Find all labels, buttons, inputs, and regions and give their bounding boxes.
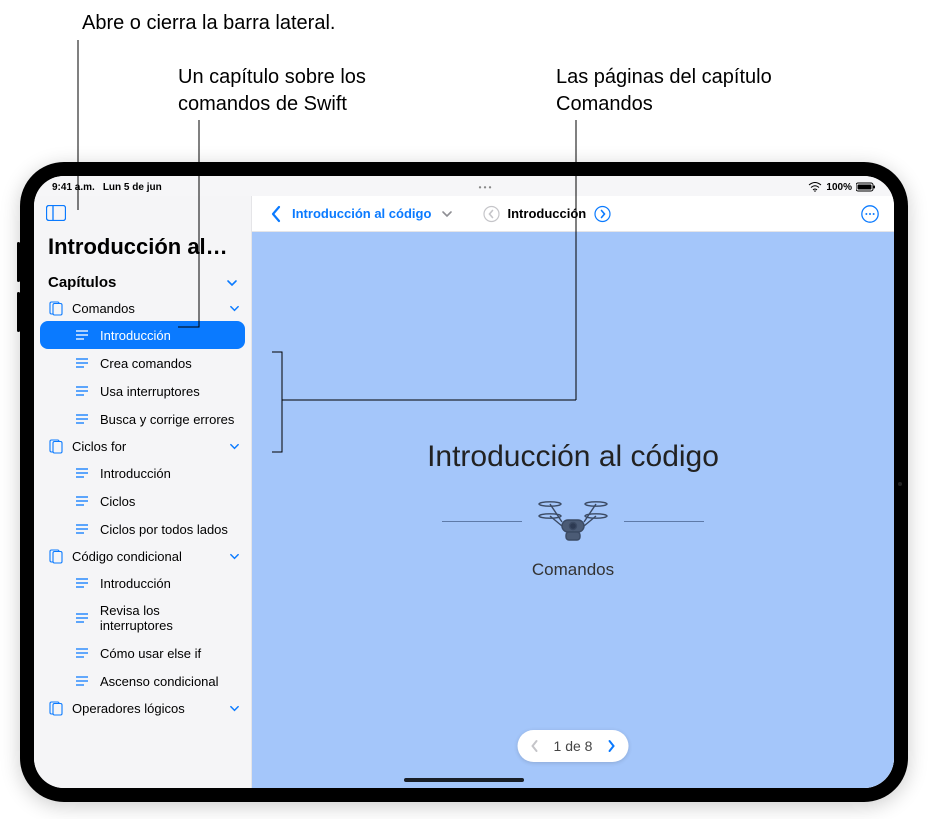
content-panel: Introducción al código Introducción: [252, 196, 894, 788]
canvas-title: Introducción al código: [427, 440, 719, 474]
page-lines-icon: [74, 493, 90, 509]
chapter-label: Ciclos for: [72, 439, 219, 454]
callout-pages-comandos: Las páginas del capítulo Comandos: [556, 64, 816, 118]
ipad-frame: 9:41 a.m. Lun 5 de jun • • • 100%: [20, 162, 908, 802]
sidebar-toggle-button[interactable]: [44, 202, 68, 224]
book-icon: [48, 300, 64, 316]
home-indicator[interactable]: [404, 778, 524, 782]
page-lines-icon: [74, 465, 90, 481]
chevron-down-icon: [227, 549, 241, 563]
sidebar: Introducción al… Capítulos Comandos: [34, 196, 252, 788]
page-label: Introducción: [100, 328, 171, 343]
lesson-canvas: Introducción al código: [252, 232, 894, 788]
page-label: Revisa los interruptores: [100, 603, 235, 633]
page-stepper: 1 de 8: [518, 730, 629, 762]
page-label: Cómo usar else if: [100, 646, 201, 661]
page-row[interactable]: Ascenso condicional: [40, 667, 245, 695]
page-row[interactable]: Ciclos por todos lados: [40, 515, 245, 543]
sidebar-section-label: Capítulos: [48, 274, 116, 291]
page-lines-icon: [74, 411, 90, 427]
page-lines-icon: [74, 610, 90, 626]
toolbar-page-title[interactable]: Introducción: [507, 206, 586, 221]
page-label: Ciclos por todos lados: [100, 522, 228, 537]
more-button[interactable]: [860, 204, 880, 224]
status-bar: 9:41 a.m. Lun 5 de jun • • • 100%: [34, 176, 894, 196]
page-label: Introducción: [100, 466, 171, 481]
pager-next-button[interactable]: [602, 737, 620, 755]
chevron-down-icon: [225, 276, 239, 290]
page-row[interactable]: Revisa los interruptores: [40, 597, 245, 639]
callout-sidebar-toggle: Abre o cierra la barra lateral.: [82, 10, 335, 37]
status-time: 9:41 a.m.: [52, 182, 95, 193]
page-lines-icon: [74, 645, 90, 661]
next-page-button[interactable]: [592, 204, 612, 224]
pager-label: 1 de 8: [554, 738, 593, 754]
page-label: Crea comandos: [100, 356, 192, 371]
page-row[interactable]: Cómo usar else if: [40, 639, 245, 667]
chapter-row-ciclos-for[interactable]: Ciclos for: [34, 433, 251, 459]
page-lines-icon: [74, 383, 90, 399]
battery-percent: 100%: [826, 182, 852, 193]
chapter-row-operadores-logicos[interactable]: Operadores lógicos: [34, 695, 251, 721]
page-label: Busca y corrige errores: [100, 412, 234, 427]
chapter-label: Operadores lógicos: [72, 701, 219, 716]
page-lines-icon: [74, 575, 90, 591]
page-row[interactable]: Introducción: [40, 569, 245, 597]
chapter-row-comandos[interactable]: Comandos: [34, 295, 251, 321]
sidebar-list[interactable]: Capítulos Comandos: [34, 270, 251, 788]
sidebar-title: Introducción al…: [34, 228, 251, 270]
wifi-icon: [808, 182, 822, 192]
page-lines-icon: [74, 521, 90, 537]
page-row[interactable]: Ciclos: [40, 487, 245, 515]
battery-icon: [856, 182, 876, 192]
page-label: Ascenso condicional: [100, 674, 219, 689]
chapter-label: Código condicional: [72, 549, 219, 564]
prev-page-button[interactable]: [481, 204, 501, 224]
toolbar-project-title[interactable]: Introducción al código: [292, 206, 431, 221]
canvas-subtitle: Comandos: [532, 560, 614, 580]
page-row[interactable]: Busca y corrige errores: [40, 405, 245, 433]
sidebar-section-capitulos[interactable]: Capítulos: [34, 270, 251, 295]
chapter-row-codigo-condicional[interactable]: Código condicional: [34, 543, 251, 569]
back-button[interactable]: [266, 204, 286, 224]
callout-swift-chapter: Un capítulo sobre los comandos de Swift: [178, 64, 438, 118]
chevron-down-icon: [227, 701, 241, 715]
screen: 9:41 a.m. Lun 5 de jun • • • 100%: [34, 176, 894, 788]
pager-prev-button[interactable]: [526, 737, 544, 755]
page-lines-icon: [74, 355, 90, 371]
book-icon: [48, 700, 64, 716]
divider: [442, 521, 522, 522]
page-lines-icon: [74, 327, 90, 343]
chevron-down-icon: [227, 439, 241, 453]
page-row[interactable]: Usa interruptores: [40, 377, 245, 405]
chevron-down-icon[interactable]: [437, 204, 457, 224]
content-toolbar: Introducción al código Introducción: [252, 196, 894, 232]
page-row-introduccion[interactable]: Introducción: [40, 321, 245, 349]
page-lines-icon: [74, 673, 90, 689]
status-date: Lun 5 de jun: [103, 182, 162, 193]
book-icon: [48, 438, 64, 454]
page-label: Introducción: [100, 576, 171, 591]
drone-icon: [536, 496, 610, 546]
page-row[interactable]: Introducción: [40, 459, 245, 487]
page-row[interactable]: Crea comandos: [40, 349, 245, 377]
chevron-down-icon: [227, 301, 241, 315]
page-label: Usa interruptores: [100, 384, 200, 399]
page-label: Ciclos: [100, 494, 135, 509]
chapter-label: Comandos: [72, 301, 219, 316]
book-icon: [48, 548, 64, 564]
divider: [624, 521, 704, 522]
